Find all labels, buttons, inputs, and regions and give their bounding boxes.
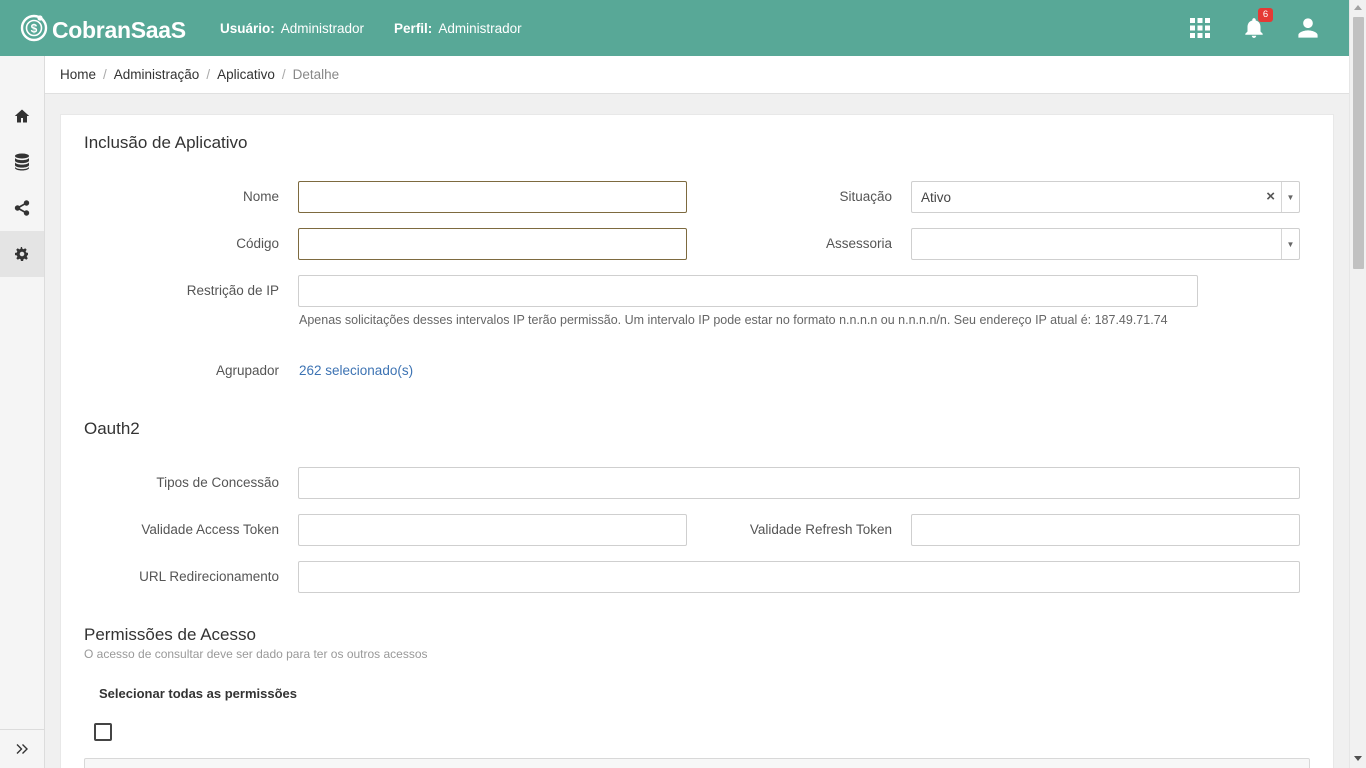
left-sidebar bbox=[0, 56, 45, 768]
nome-input[interactable] bbox=[298, 181, 687, 213]
breadcrumb-current: Detalhe bbox=[292, 67, 340, 82]
situacao-select[interactable]: Ativo × ▼ bbox=[911, 181, 1300, 213]
chevron-down-icon[interactable]: ▼ bbox=[1281, 229, 1299, 259]
double-chevron-right-icon bbox=[16, 744, 28, 754]
select-all-checkbox[interactable] bbox=[94, 723, 112, 741]
user-icon[interactable] bbox=[1296, 15, 1322, 41]
assessoria-select[interactable]: ▼ bbox=[911, 228, 1300, 260]
situacao-label: Situação bbox=[839, 189, 892, 204]
url-redirecionamento-input[interactable] bbox=[298, 561, 1300, 593]
tipos-concessao-label: Tipos de Concessão bbox=[156, 475, 279, 490]
scroll-up-icon[interactable] bbox=[1354, 5, 1362, 10]
gear-icon bbox=[15, 247, 28, 261]
permissions-table bbox=[84, 758, 1310, 768]
codigo-label: Código bbox=[236, 236, 279, 251]
agrupador-link[interactable]: 262 selecionado(s) bbox=[299, 363, 413, 378]
form-panel: Inclusão de Aplicativo Nome Situação Ati… bbox=[60, 114, 1334, 768]
scrollbar-thumb[interactable] bbox=[1353, 17, 1364, 269]
url-redirecionamento-label: URL Redirecionamento bbox=[139, 569, 279, 584]
permissoes-subtitle: O acesso de consultar deve ser dado para… bbox=[84, 647, 428, 661]
nome-label: Nome bbox=[242, 189, 279, 204]
breadcrumb-separator: / bbox=[206, 67, 211, 82]
validade-access-token-label: Validade Access Token bbox=[141, 522, 279, 537]
profile-value: Administrador bbox=[438, 21, 522, 36]
breadcrumb-administracao[interactable]: Administração bbox=[114, 67, 200, 82]
brand-name: CobranSaaS bbox=[52, 17, 186, 43]
scroll-down-icon[interactable] bbox=[1354, 756, 1362, 761]
restricao-ip-label: Restrição de IP bbox=[186, 283, 279, 298]
tipos-concessao-input[interactable] bbox=[298, 467, 1300, 499]
page-scrollbar[interactable] bbox=[1349, 0, 1366, 768]
user-info: Usuário: Administrador Perfil: Administrad… bbox=[220, 21, 552, 36]
sidebar-expand-button[interactable] bbox=[0, 729, 44, 768]
oauth-title: Oauth2 bbox=[84, 419, 140, 438]
sidebar-item-database[interactable] bbox=[0, 139, 44, 185]
breadcrumb: Home / Administração / Aplicativo / Deta… bbox=[45, 56, 1349, 94]
top-bar: $ CobranSaaS Usuário: Administrador Perfi… bbox=[0, 0, 1349, 56]
brand-logo[interactable]: $ CobranSaaS bbox=[20, 12, 186, 44]
user-value: Administrador bbox=[280, 21, 365, 36]
sidebar-item-settings[interactable] bbox=[0, 231, 44, 277]
breadcrumb-separator: / bbox=[103, 67, 107, 82]
share-icon bbox=[14, 200, 30, 216]
user-label: Usuário: bbox=[220, 21, 275, 36]
breadcrumb-home[interactable]: Home bbox=[60, 67, 96, 82]
validade-refresh-token-label: Validade Refresh Token bbox=[749, 522, 892, 537]
validade-access-token-input[interactable] bbox=[298, 514, 687, 546]
restricao-ip-help: Apenas solicitações desses intervalos IP… bbox=[299, 313, 1168, 327]
select-all-label: Selecionar todas as permissões bbox=[99, 686, 297, 701]
svg-text:$: $ bbox=[31, 22, 38, 36]
apps-grid-icon[interactable] bbox=[1188, 15, 1214, 41]
database-icon bbox=[15, 153, 29, 171]
permissoes-title: Permissões de Acesso bbox=[84, 625, 256, 644]
profile-label: Perfil: bbox=[394, 21, 433, 36]
sidebar-item-share[interactable] bbox=[0, 185, 44, 231]
sidebar-item-home[interactable] bbox=[0, 93, 44, 139]
breadcrumb-separator: / bbox=[281, 67, 286, 82]
breadcrumb-aplicativo[interactable]: Aplicativo bbox=[217, 67, 275, 82]
home-icon bbox=[14, 109, 30, 123]
clear-icon[interactable]: × bbox=[1266, 188, 1275, 205]
codigo-input[interactable] bbox=[298, 228, 687, 260]
restricao-ip-input[interactable] bbox=[298, 275, 1198, 307]
validade-refresh-token-input[interactable] bbox=[911, 514, 1300, 546]
logo-coin-icon: $ bbox=[20, 14, 48, 42]
situacao-selected-value: Ativo bbox=[921, 190, 952, 205]
agrupador-label: Agrupador bbox=[215, 363, 279, 378]
notification-badge: 6 bbox=[1258, 8, 1273, 22]
chevron-down-icon[interactable]: ▼ bbox=[1281, 182, 1299, 212]
page-title: Inclusão de Aplicativo bbox=[84, 133, 248, 152]
assessoria-label: Assessoria bbox=[825, 236, 892, 251]
